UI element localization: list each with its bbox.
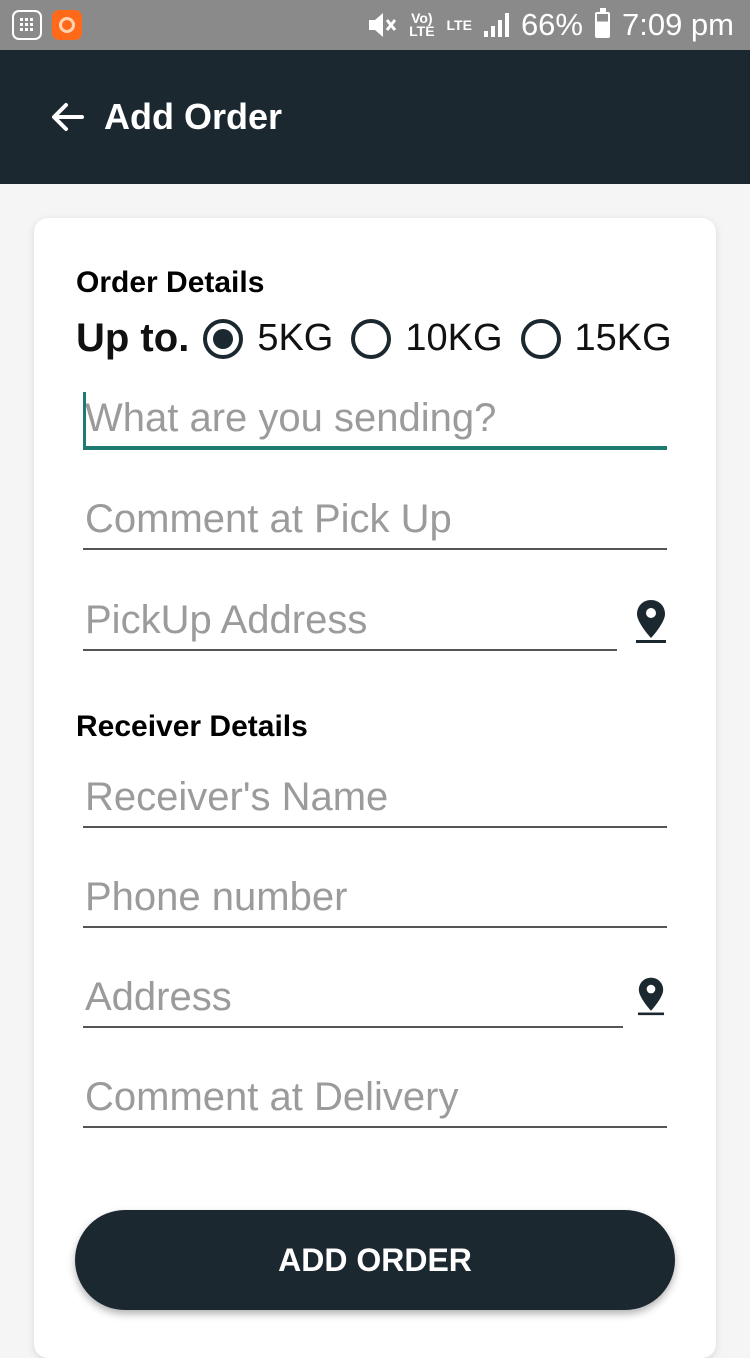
page-title: Add Order: [104, 96, 283, 137]
order-details-heading: Order Details: [76, 266, 265, 299]
receiver-details-heading: Receiver Details: [76, 710, 308, 743]
radio-checked-icon[interactable]: [203, 318, 244, 359]
receiver-location-pin-icon[interactable]: [636, 976, 666, 1016]
weight-selector: Up to. 5KG 10KG 15KG: [76, 316, 690, 361]
radio-unchecked-icon[interactable]: [520, 318, 561, 359]
what-sending-input[interactable]: [83, 390, 667, 450]
receiver-address-input[interactable]: [83, 968, 623, 1028]
phone-number-input[interactable]: [83, 868, 667, 928]
calculator-app-icon: [12, 10, 42, 40]
notification-app-icon: [52, 10, 82, 40]
add-order-button[interactable]: ADD ORDER: [75, 1210, 675, 1310]
pickup-location-pin-icon[interactable]: [634, 598, 668, 644]
weight-option-10kg[interactable]: 10KG: [351, 317, 503, 360]
text-caret: [83, 392, 86, 446]
clock: 7:09 pm: [621, 7, 734, 42]
order-form-card: Order Details Up to. 5KG 10KG 15KG Recei…: [34, 218, 716, 1358]
weight-option-label: 15KG: [574, 317, 672, 359]
weight-option-label: 10KG: [405, 317, 503, 359]
back-arrow-icon[interactable]: [48, 97, 88, 137]
volte-indicator: Vo) LTE: [409, 10, 435, 39]
status-bar-apps: [12, 10, 82, 40]
battery-percent: 66%: [520, 7, 583, 42]
lte-indicator: LTE: [446, 16, 472, 33]
status-bar-indicators: Vo) LTE LTE 66% 7:09 pm: [367, 7, 734, 43]
mute-icon: [369, 13, 397, 37]
weight-option-15kg[interactable]: 15KG: [520, 317, 672, 360]
delivery-comment-input[interactable]: [83, 1068, 667, 1128]
signal-icon: [483, 13, 509, 37]
weight-option-label: 5KG: [257, 317, 334, 359]
app-bar: Add Order: [0, 50, 750, 184]
pickup-comment-input[interactable]: [83, 490, 667, 550]
weight-label: Up to.: [76, 316, 190, 360]
status-bar: Vo) LTE LTE 66% 7:09 pm: [0, 0, 750, 50]
radio-unchecked-icon[interactable]: [351, 318, 392, 359]
battery-icon: [594, 8, 610, 38]
weight-option-5kg[interactable]: 5KG: [203, 317, 333, 360]
pickup-address-input[interactable]: [83, 591, 617, 651]
receiver-name-input[interactable]: [83, 768, 667, 828]
